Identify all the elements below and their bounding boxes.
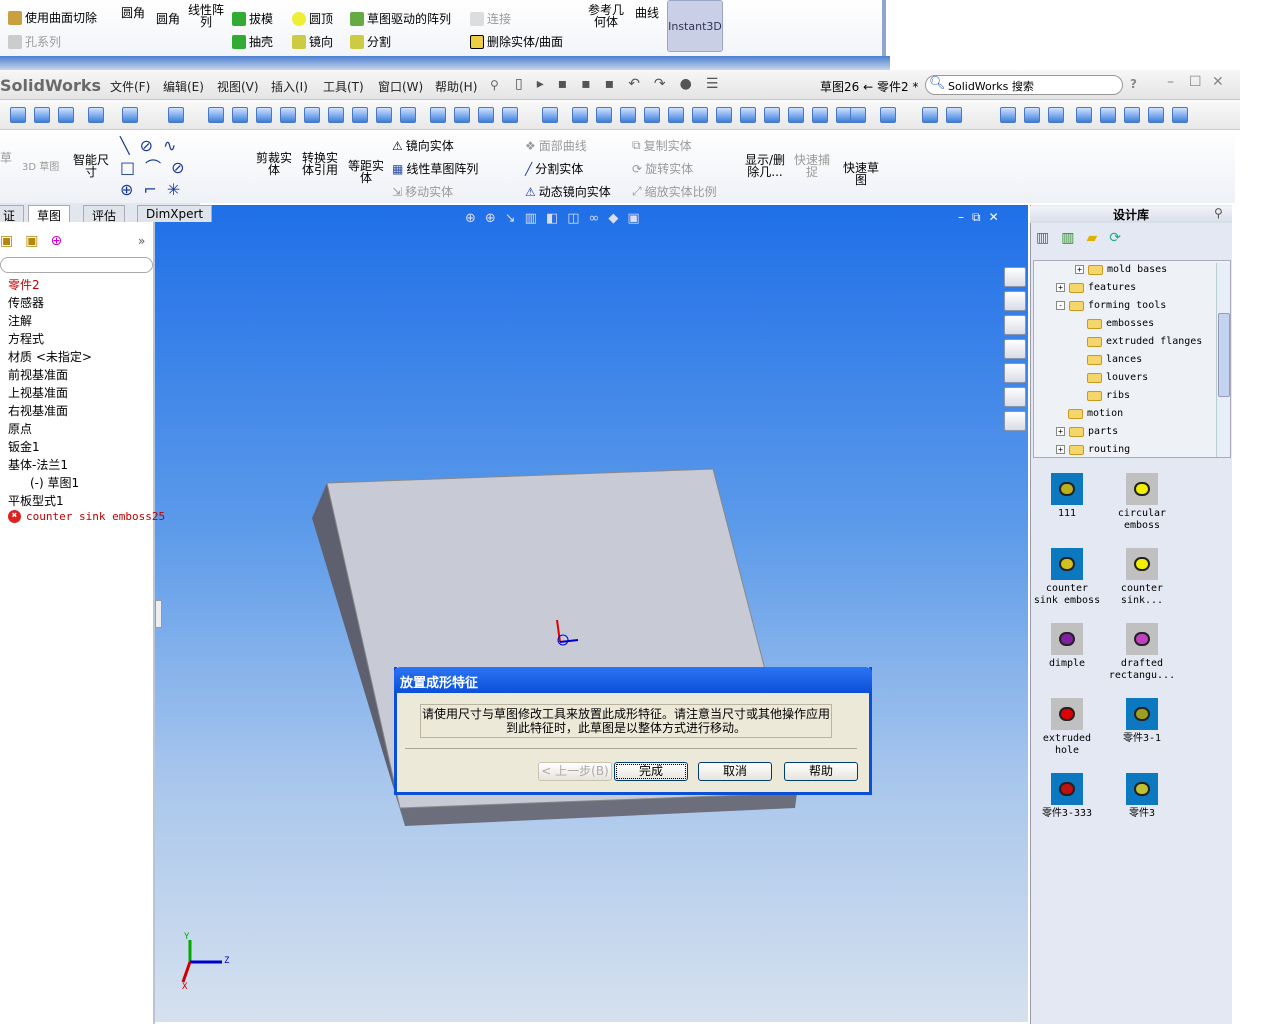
appearances-tab-icon[interactable] <box>1004 387 1026 407</box>
home-view-icon[interactable] <box>1004 267 1026 287</box>
library-folder[interactable]: ribs <box>1087 390 1130 401</box>
part-thumbnail-icon <box>1051 623 1083 655</box>
tree-item[interactable]: 平板型式1 <box>8 492 64 509</box>
library-item[interactable]: counter sink... <box>1107 548 1177 607</box>
folder-icon <box>1069 426 1084 437</box>
part-thumbnail-icon <box>1126 548 1158 580</box>
expand-icon[interactable]: + <box>1056 445 1065 454</box>
tab-sketch[interactable]: 草图 <box>28 205 71 223</box>
panel-splitter-handle[interactable] <box>155 600 162 628</box>
folder-icon <box>1087 372 1102 383</box>
file-explorer-tab-icon[interactable] <box>1004 315 1026 335</box>
triad-z-label: Z <box>224 956 230 966</box>
tree-item[interactable]: 原点 <box>8 420 32 437</box>
tree-filter-input[interactable] <box>0 257 153 273</box>
part-thumbnail-icon <box>1126 623 1158 655</box>
cancel-button[interactable]: 取消 <box>698 762 772 781</box>
library-folder[interactable]: + parts <box>1056 426 1118 437</box>
library-item[interactable]: extruded hole <box>1032 698 1102 757</box>
panel-tab-icons[interactable]: ▣▣⊕ <box>0 233 74 249</box>
folder-icon <box>1087 390 1102 401</box>
tree-item[interactable]: 传感器 <box>8 294 44 311</box>
part-thumbnail-icon <box>1051 548 1083 580</box>
library-item[interactable]: drafted rectangu... <box>1107 623 1177 682</box>
library-folder[interactable]: louvers <box>1087 372 1148 383</box>
folder-icon <box>1068 408 1083 419</box>
tree-item[interactable]: 零件2 <box>8 276 40 293</box>
tree-item[interactable]: 注解 <box>8 312 32 329</box>
finish-button[interactable]: 完成 <box>614 762 688 781</box>
library-item[interactable]: 零件3-333 <box>1032 773 1102 820</box>
library-folder[interactable]: + routing <box>1056 444 1130 455</box>
tree-item[interactable]: ✖ counter sink emboss25 <box>8 510 165 523</box>
folder-icon <box>1069 282 1084 293</box>
help-button[interactable]: 帮助 <box>784 762 858 781</box>
library-item[interactable]: 零件3 <box>1107 773 1177 820</box>
part-thumbnail-icon <box>1051 473 1083 505</box>
folder-icon <box>1088 264 1103 275</box>
folder-icon <box>1087 354 1102 365</box>
library-folder[interactable]: + mold bases <box>1075 264 1167 275</box>
search-tab-icon[interactable] <box>1004 339 1026 359</box>
folder-icon <box>1087 318 1102 329</box>
tab-dimxpert[interactable]: DimXpert <box>137 205 213 222</box>
triad-x-label: X <box>182 982 188 992</box>
dialog-divider <box>405 748 857 749</box>
tab-features[interactable]: 证 <box>0 205 25 223</box>
part-thumbnail-icon <box>1126 473 1158 505</box>
back-button[interactable]: < 上一步(B) <box>538 762 612 781</box>
tab-evaluate[interactable]: 评估 <box>83 205 126 223</box>
tree-scrollbar[interactable] <box>1216 263 1230 457</box>
design-library-tab-icon[interactable] <box>1004 291 1026 311</box>
part-thumbnail-icon <box>1126 698 1158 730</box>
error-icon: ✖ <box>8 510 21 523</box>
design-library-title: 设计库 <box>1030 206 1232 223</box>
library-folder[interactable]: lances <box>1087 354 1142 365</box>
tree-item[interactable]: 基体-法兰1 <box>8 456 68 473</box>
library-item[interactable]: dimple <box>1032 623 1102 670</box>
part-thumbnail-icon <box>1051 698 1083 730</box>
tree-item[interactable]: (-) 草图1 <box>30 474 79 491</box>
part-thumbnail-icon <box>1126 773 1158 805</box>
dialog-title: 放置成形特征 <box>394 667 872 693</box>
library-folder[interactable]: - forming tools <box>1056 300 1166 311</box>
expand-icon[interactable]: + <box>1056 427 1065 436</box>
library-folder[interactable]: extruded flanges <box>1087 336 1202 347</box>
pin-icon[interactable]: ⚲ <box>1214 206 1223 220</box>
dialog-message: 请使用尺寸与草图修改工具来放置此成形特征。请注意当尺寸或其他操作应用 到此特征时，… <box>420 704 832 738</box>
expand-icon[interactable]: + <box>1056 283 1065 292</box>
viewport-window-controls[interactable]: –⧉✕ <box>958 210 1007 225</box>
tree-item[interactable]: 上视基准面 <box>8 384 68 401</box>
heads-up-view-toolbar[interactable]: ⊕⊕↘▥◧◫∞◆▣ <box>465 211 649 226</box>
library-item[interactable]: circular emboss <box>1107 473 1177 532</box>
view-palette-tab-icon[interactable] <box>1004 363 1026 383</box>
library-folder[interactable]: embosses <box>1087 318 1154 329</box>
part-thumbnail-icon <box>1051 773 1083 805</box>
tree-item[interactable]: 材质 <未指定> <box>8 348 92 365</box>
triad-y-label: Y <box>184 932 190 942</box>
folder-icon <box>1087 336 1102 347</box>
library-item[interactable]: counter sink emboss <box>1032 548 1102 607</box>
library-folder[interactable]: motion <box>1068 408 1123 419</box>
library-item[interactable]: 111 <box>1032 473 1102 520</box>
expand-panel-icon[interactable]: » <box>138 234 145 248</box>
tree-item[interactable]: 方程式 <box>8 330 44 347</box>
folder-icon <box>1069 444 1084 455</box>
tree-item[interactable]: 右视基准面 <box>8 402 68 419</box>
folder-icon <box>1069 300 1084 311</box>
view-triad-icon <box>181 940 222 983</box>
tree-item[interactable]: 前视基准面 <box>8 366 68 383</box>
custom-properties-tab-icon[interactable] <box>1004 411 1026 431</box>
library-toolbar-icons[interactable]: ▥▥▰⟳ <box>1036 230 1133 246</box>
library-folder[interactable]: + features <box>1056 282 1136 293</box>
collapse-icon[interactable]: - <box>1056 301 1065 310</box>
scrollbar-thumb[interactable] <box>1218 313 1230 397</box>
tree-item[interactable]: 钣金1 <box>8 438 40 455</box>
expand-icon[interactable]: + <box>1075 265 1084 274</box>
library-item[interactable]: 零件3-1 <box>1107 698 1177 745</box>
